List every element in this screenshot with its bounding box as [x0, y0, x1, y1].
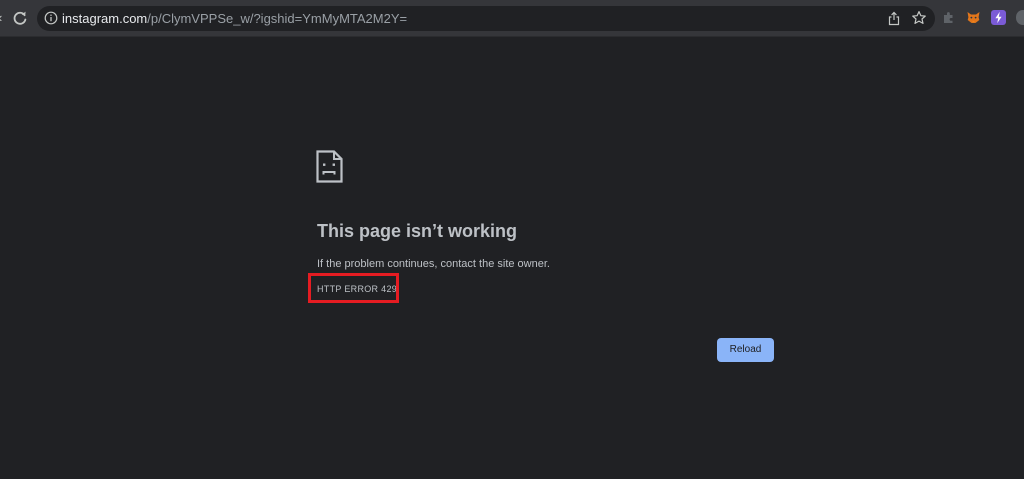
share-icon[interactable] [887, 11, 901, 26]
reload-button[interactable]: Reload [717, 338, 774, 362]
profile-avatar[interactable] [1016, 10, 1024, 25]
url-path: /p/ClymVPPSe_w/?igshid=YmMyMTA2M2Y= [147, 11, 408, 26]
url-host: instagram.com [62, 11, 148, 26]
sad-page-icon [316, 150, 343, 183]
browser-toolbar: ‹ instagram.com/p/ClymVPPSe_w/?igshid=Ym… [0, 0, 1024, 37]
url-text[interactable]: instagram.com/p/ClymVPPSe_w/?igshid=YmMy… [62, 11, 407, 26]
back-arrow-icon[interactable]: ‹ [0, 10, 2, 26]
error-title: This page isn’t working [317, 221, 518, 241]
error-description: If the problem continues, contact the si… [317, 258, 550, 270]
fox-icon[interactable] [966, 10, 981, 25]
info-icon[interactable] [44, 11, 58, 25]
bookmark-star-icon[interactable] [911, 10, 927, 26]
annotation-highlight-box [308, 273, 399, 303]
address-bar[interactable]: instagram.com/p/ClymVPPSe_w/?igshid=YmMy… [37, 6, 935, 31]
purple-bolt-icon[interactable] [991, 10, 1006, 25]
puzzle-icon[interactable] [941, 10, 956, 25]
browser-window: ‹ instagram.com/p/ClymVPPSe_w/?igshid=Ym… [0, 0, 1024, 479]
reload-icon[interactable] [12, 10, 28, 26]
